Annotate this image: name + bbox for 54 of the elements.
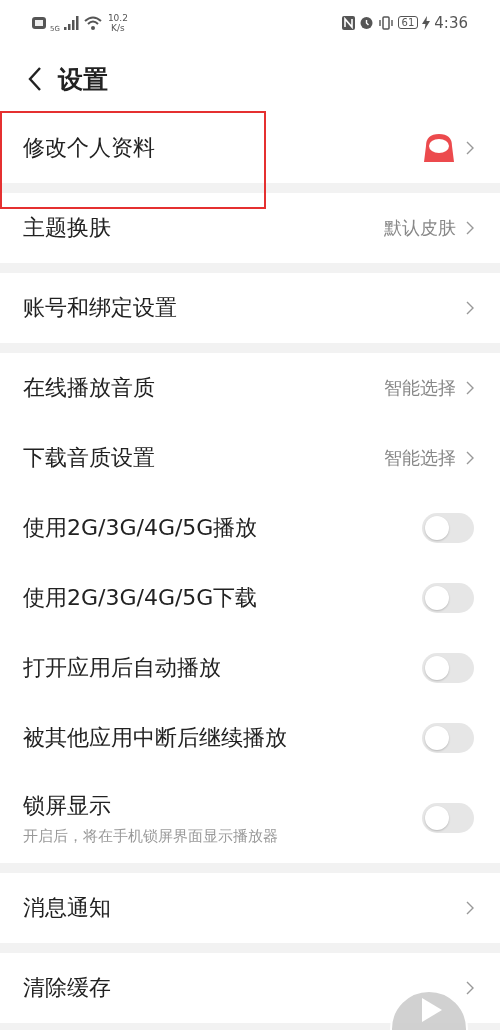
- settings-row[interactable]: 下载音质设置 智能选择: [0, 423, 500, 493]
- settings-row[interactable]: 修改个人资料: [0, 113, 500, 183]
- row-label: 主题换肤: [23, 214, 111, 242]
- vibrate-icon: [377, 15, 394, 30]
- row-value: 智能选择: [384, 446, 456, 470]
- row-value: 默认皮肤: [384, 216, 456, 240]
- row-value: 智能选择: [384, 376, 456, 400]
- row-label: 使用2G/3G/4G/5G下载: [23, 584, 258, 612]
- signal-icon: [63, 15, 80, 30]
- hd-icon: [32, 16, 46, 29]
- back-icon[interactable]: [28, 66, 42, 92]
- settings-row[interactable]: 主题换肤 默认皮肤: [0, 193, 500, 263]
- settings-row[interactable]: 打开应用后自动播放: [0, 633, 500, 703]
- battery-icon: 61: [397, 16, 419, 29]
- chevron-icon: [466, 981, 474, 995]
- nfc-icon: [341, 15, 355, 30]
- clock-time: 4:36: [434, 13, 468, 32]
- row-label: 账号和绑定设置: [23, 294, 177, 322]
- settings-row[interactable]: 清除缓存: [0, 953, 500, 1023]
- row-label: 在线播放音质: [23, 374, 155, 402]
- alarm-icon: [358, 15, 374, 30]
- settings-row[interactable]: 账号和绑定设置: [0, 273, 500, 343]
- row-label: 清除缓存: [23, 974, 111, 1002]
- toggle-switch[interactable]: [422, 513, 474, 543]
- row-label: 消息通知: [23, 894, 111, 922]
- chevron-icon: [466, 381, 474, 395]
- page-title: 设置: [58, 63, 108, 96]
- row-label: 被其他应用中断后继续播放: [23, 724, 287, 752]
- chevron-icon: [466, 221, 474, 235]
- row-label: 下载音质设置: [23, 444, 155, 472]
- row-label: 使用2G/3G/4G/5G播放: [23, 514, 258, 542]
- play-icon: [420, 996, 444, 1024]
- toggle-switch[interactable]: [422, 803, 474, 833]
- settings-row[interactable]: 使用2G/3G/4G/5G下载: [0, 563, 500, 633]
- chevron-icon: [466, 141, 474, 155]
- settings-row[interactable]: 消息通知: [0, 873, 500, 943]
- row-description: 开启后，将在手机锁屏界面显示播放器: [23, 826, 278, 846]
- toggle-switch[interactable]: [422, 723, 474, 753]
- toggle-switch[interactable]: [422, 583, 474, 613]
- row-label: 锁屏显示: [23, 791, 112, 820]
- chevron-icon: [466, 451, 474, 465]
- toggle-switch[interactable]: [422, 653, 474, 683]
- charging-icon: [422, 15, 431, 30]
- speed-value: 10.2: [107, 12, 128, 23]
- chevron-icon: [466, 901, 474, 915]
- row-label: 修改个人资料: [23, 134, 155, 162]
- settings-row[interactable]: 被其他应用中断后继续播放: [0, 703, 500, 773]
- speed-unit: K/s: [111, 22, 125, 33]
- chevron-icon: [466, 301, 474, 315]
- wifi-icon: [83, 15, 102, 30]
- settings-row[interactable]: 在线播放音质 智能选择: [0, 353, 500, 423]
- settings-row[interactable]: 使用2G/3G/4G/5G播放: [0, 493, 500, 563]
- row-label: 打开应用后自动播放: [23, 654, 221, 682]
- settings-row[interactable]: 锁屏显示 开启后，将在手机锁屏界面显示播放器: [0, 773, 500, 863]
